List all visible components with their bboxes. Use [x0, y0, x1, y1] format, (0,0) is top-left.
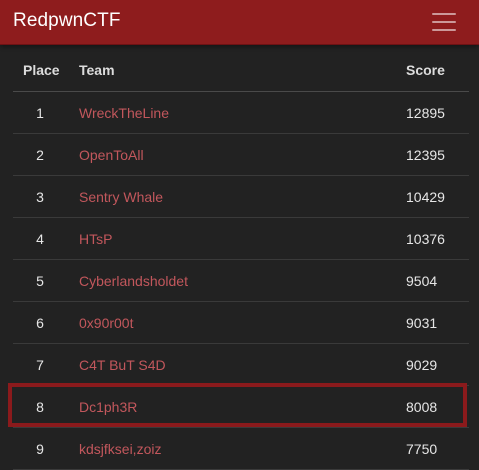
table-row-highlighted: 8 Dc1ph3R 8008	[13, 386, 469, 428]
row-score: 12895	[406, 105, 445, 121]
table-header: Place Team Score	[13, 50, 469, 92]
table-row: 9 kdsjfksei,zoiz 7750	[13, 428, 469, 470]
row-place: 2	[36, 147, 44, 163]
brand-title[interactable]: RedpwnCTF	[13, 10, 121, 32]
menu-bar-line	[432, 21, 456, 23]
row-place: 6	[36, 315, 44, 331]
header-score: Score	[406, 62, 445, 78]
team-link[interactable]: Dc1ph3R	[79, 399, 137, 415]
team-link[interactable]: 0x90r00t	[79, 315, 133, 331]
table-row: 7 C4T BuT S4D 9029	[13, 344, 469, 386]
row-score: 9504	[406, 273, 438, 289]
row-score: 7750	[406, 441, 438, 457]
row-place: 4	[36, 231, 44, 247]
table-row: 1 WreckTheLine 12895	[13, 92, 469, 134]
team-link[interactable]: WreckTheLine	[79, 105, 169, 121]
menu-bar-line	[432, 13, 456, 15]
row-score: 12395	[406, 147, 445, 163]
row-place: 8	[36, 399, 44, 415]
table-row: 4 HTsP 10376	[13, 218, 469, 260]
menu-bar-line	[432, 29, 456, 31]
scoreboard-table: Place Team Score 1 WreckTheLine 12895 2 …	[13, 50, 469, 470]
team-link[interactable]: kdsjfksei,zoiz	[79, 441, 161, 457]
navbar: RedpwnCTF	[0, 0, 479, 44]
team-link[interactable]: Cyberlandsholdet	[79, 273, 188, 289]
hamburger-menu-icon[interactable]	[426, 7, 460, 37]
header-team: Team	[79, 62, 115, 78]
team-link[interactable]: OpenToAll	[79, 147, 144, 163]
team-link[interactable]: Sentry Whale	[79, 189, 163, 205]
row-score: 9029	[406, 357, 438, 373]
table-row: 2 OpenToAll 12395	[13, 134, 469, 176]
row-score: 10429	[406, 189, 445, 205]
table-row: 3 Sentry Whale 10429	[13, 176, 469, 218]
row-place: 9	[36, 441, 44, 457]
row-score: 8008	[406, 399, 438, 415]
table-row: 5 Cyberlandsholdet 9504	[13, 260, 469, 302]
row-place: 5	[36, 273, 44, 289]
table-row: 6 0x90r00t 9031	[13, 302, 469, 344]
team-link[interactable]: HTsP	[79, 231, 112, 247]
row-place: 7	[36, 357, 44, 373]
row-score: 9031	[406, 315, 438, 331]
row-place: 3	[36, 189, 44, 205]
row-score: 10376	[406, 231, 445, 247]
header-place: Place	[23, 62, 60, 78]
team-link[interactable]: C4T BuT S4D	[79, 357, 166, 373]
row-place: 1	[36, 105, 44, 121]
